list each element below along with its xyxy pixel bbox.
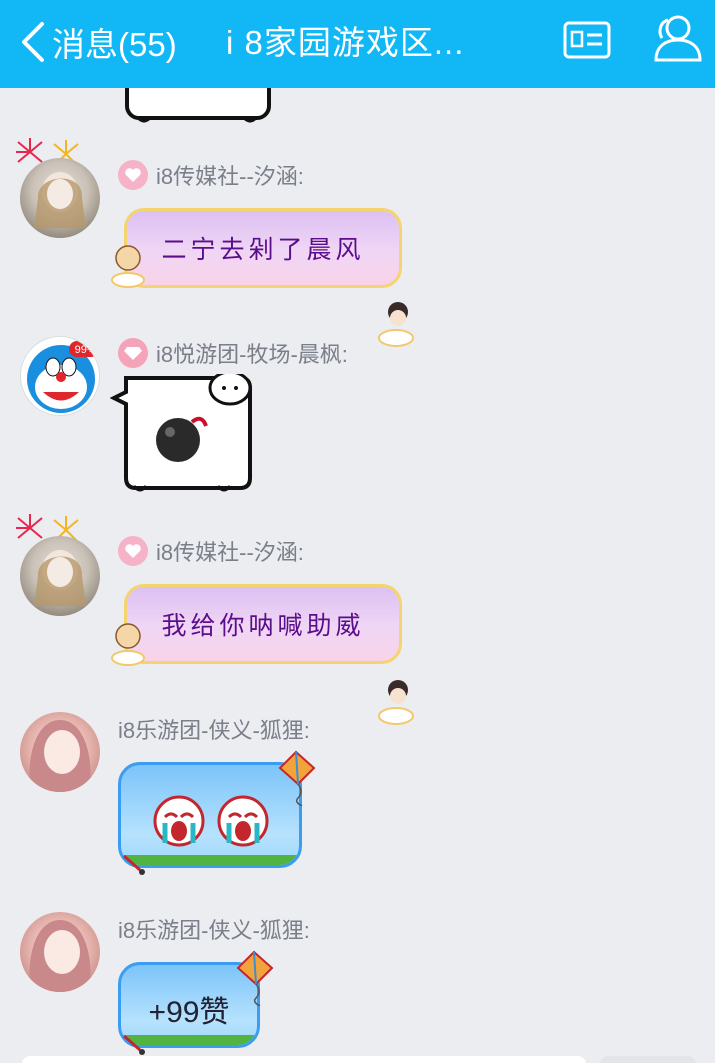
title-bar: 消息(55) i 8家园游戏区... [0, 0, 715, 88]
avatar[interactable] [20, 158, 100, 238]
sender-name: i8乐游团-侠义-狐狸: [118, 918, 310, 943]
group-profile-icon [654, 15, 702, 62]
chat-title: i 8家园游戏区... [226, 24, 465, 61]
diamond-badge-icon [118, 338, 148, 368]
girl-cloud-decoration [378, 302, 414, 347]
group-card-button[interactable] [562, 20, 612, 60]
avatar-girl-image [29, 720, 91, 792]
sender-name: i8悦游团-牧场-晨枫: [156, 342, 348, 367]
message-text: 我给你呐喊助威 [161, 611, 365, 640]
back-button[interactable]: 消息(55) [18, 14, 177, 70]
sender-row: i8乐游团-侠义-狐狸: [118, 712, 310, 746]
message-bubble[interactable]: 我给你呐喊助威 [124, 584, 402, 664]
avatar[interactable] [20, 536, 100, 616]
tassel-decoration [123, 1034, 145, 1055]
avatar-girl-image [34, 172, 86, 228]
bear-girl-decoration [111, 623, 145, 666]
girl-cloud-decoration [378, 680, 414, 725]
sender-row: i8乐游团-侠义-狐狸: [118, 912, 310, 946]
tassel-decoration [123, 854, 145, 875]
doraemon-avatar-image: 99+ [27, 341, 99, 413]
bear-girl-decoration [111, 245, 145, 288]
bomb-sticker[interactable] [110, 374, 256, 498]
avatar[interactable] [20, 912, 100, 992]
kite-icon [278, 750, 316, 806]
back-label: 消息(55) [52, 26, 177, 63]
sender-name: i8乐游团-侠义-狐狸: [118, 718, 310, 743]
chevron-left-icon [22, 22, 44, 62]
sender-name: i8传媒社--汐涵: [156, 540, 304, 565]
avatar[interactable]: 99+ [20, 336, 100, 416]
avatar-girl-image [29, 920, 91, 992]
avatar[interactable] [20, 712, 100, 792]
heart-badge-icon [118, 160, 148, 190]
puppy-face-icon [208, 374, 252, 406]
kite-icon [236, 950, 274, 1006]
input-bar-edge-right [600, 1056, 696, 1063]
sender-row: i8传媒社--汐涵: [118, 158, 304, 192]
svg-text:99+: 99+ [75, 344, 94, 356]
input-bar-edge [22, 1056, 586, 1063]
message-bubble[interactable]: 二宁去剁了晨风 [124, 208, 402, 288]
heart-badge-icon [118, 536, 148, 566]
group-profile-button[interactable] [648, 12, 704, 64]
id-card-icon [563, 21, 611, 59]
sender-name: i8传媒社--汐涵: [156, 164, 304, 189]
sender-row: i8悦游团-牧场-晨枫: [118, 336, 348, 370]
crying-cat-emoji [153, 795, 269, 847]
dog-sticker-partial [125, 88, 271, 123]
avatar-girl-image [34, 550, 86, 606]
message-text: 二宁去剁了晨风 [161, 235, 365, 264]
message-list[interactable]: i8传媒社--汐涵: 二宁去剁了晨风 99+ i8悦游团-牧场-晨枫: i8传媒… [0, 88, 715, 1063]
sender-row: i8传媒社--汐涵: [118, 534, 304, 568]
